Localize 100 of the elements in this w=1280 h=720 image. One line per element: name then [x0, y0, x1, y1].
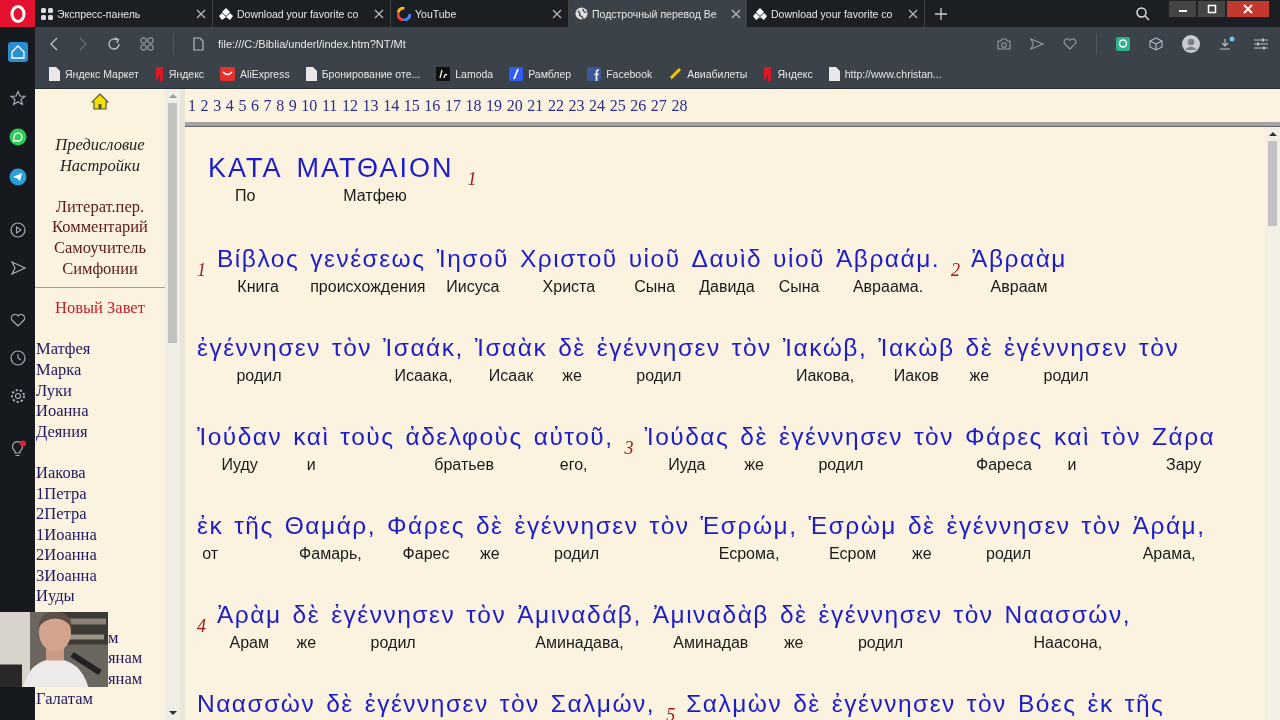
chat-icon[interactable]: [8, 128, 27, 146]
house-icon[interactable]: [91, 93, 109, 110]
play-icon[interactable]: [9, 222, 26, 238]
book-link[interactable]: Галатам: [35, 689, 93, 711]
nav-link[interactable]: Предисловие: [55, 135, 145, 156]
camera-icon[interactable]: [997, 37, 1011, 50]
chapter-link[interactable]: 5: [238, 96, 247, 115]
chapter-link[interactable]: 2: [200, 96, 209, 115]
chapter-link[interactable]: 4: [225, 96, 234, 115]
settings-icon[interactable]: [9, 388, 26, 404]
paper-plane-icon[interactable]: [8, 168, 27, 186]
home-icon[interactable]: [7, 42, 28, 62]
book-link[interactable]: Иуды: [35, 586, 75, 608]
book-link[interactable]: янам: [107, 648, 143, 669]
chapter-link[interactable]: 9: [288, 96, 297, 115]
chapter-link[interactable]: 11: [321, 96, 338, 115]
book-link[interactable]: 2Петра: [35, 504, 87, 525]
chapter-link[interactable]: 18: [465, 96, 482, 115]
close-icon[interactable]: [196, 8, 206, 19]
nav-link[interactable]: Литерат.пер.: [55, 196, 145, 218]
chapter-link[interactable]: 25: [609, 96, 626, 115]
heart-icon[interactable]: [1063, 37, 1077, 50]
bookmark[interactable]: http://www.christan...: [828, 67, 942, 81]
close-icon[interactable]: [908, 8, 918, 19]
book-link[interactable]: Деяния: [35, 421, 88, 443]
book-link[interactable]: 1Петра: [35, 483, 87, 505]
chapter-link[interactable]: 13: [362, 96, 379, 115]
nav-link[interactable]: Самоучитель: [53, 237, 147, 259]
greek-word: ἐγέννησεν: [818, 600, 943, 630]
chapter-link[interactable]: 23: [568, 96, 585, 115]
chapter-link[interactable]: 6: [250, 96, 259, 115]
close-icon[interactable]: [552, 8, 562, 19]
chapter-link[interactable]: 21: [527, 96, 544, 115]
nav-link[interactable]: Симфонии: [62, 258, 138, 280]
book-link[interactable]: 2Иоанна: [35, 545, 97, 566]
bookmark[interactable]: Lamoda: [436, 67, 494, 81]
heart-icon[interactable]: [9, 312, 26, 328]
bookmark[interactable]: Яндекс: [154, 67, 205, 81]
chapter-link[interactable]: 19: [486, 96, 503, 115]
chapter-link[interactable]: 17: [444, 96, 461, 115]
book-link[interactable]: Марка: [35, 359, 82, 381]
book-link[interactable]: Иоанна: [35, 401, 89, 422]
chapter-link[interactable]: 28: [671, 96, 688, 115]
back-icon[interactable]: [49, 36, 59, 51]
cube-icon[interactable]: [1149, 36, 1163, 51]
chapter-link[interactable]: 3: [213, 96, 222, 115]
minimize-button[interactable]: [1168, 0, 1197, 18]
chapter-link[interactable]: 8: [276, 96, 285, 115]
nav-link[interactable]: Комментарий: [52, 217, 148, 238]
search-icon[interactable]: [1136, 6, 1150, 21]
scroll-up-icon[interactable]: [1268, 131, 1277, 137]
chapter-link[interactable]: 16: [424, 96, 441, 115]
chapter-link[interactable]: 15: [403, 96, 420, 115]
book-link[interactable]: 3Иоанна: [35, 565, 97, 587]
close-icon[interactable]: [731, 8, 741, 19]
close-icon[interactable]: [374, 8, 384, 19]
star-icon[interactable]: [9, 90, 26, 106]
book-link[interactable]: Иакова: [35, 462, 86, 484]
scrollbar-thumb[interactable]: [1268, 141, 1277, 226]
download-icon[interactable]: [1219, 35, 1235, 52]
testament-link[interactable]: Новый Завет: [55, 298, 145, 319]
chapter-link[interactable]: 26: [630, 96, 647, 115]
book-link[interactable]: Матфея: [35, 339, 91, 360]
chapter-link[interactable]: 7: [263, 96, 272, 115]
bookmark[interactable]: Яндекс Маркет: [49, 67, 139, 81]
browser-logo-icon[interactable]: [0, 0, 35, 27]
maximize-button[interactable]: [1197, 0, 1226, 18]
extension-icon[interactable]: [1116, 36, 1130, 51]
bookmark[interactable]: Яндекс: [763, 67, 813, 81]
bookmark[interactable]: AliExpress: [220, 67, 290, 81]
reload-icon[interactable]: [107, 36, 121, 51]
translation-word: Авраама.: [852, 277, 924, 297]
avatar-icon[interactable]: [1182, 34, 1200, 53]
chapter-link[interactable]: 22: [547, 96, 564, 115]
bookmark[interactable]: Рамблер: [509, 67, 572, 81]
chapter-link[interactable]: 24: [589, 96, 606, 115]
chapter-link[interactable]: 27: [650, 96, 667, 115]
chapter-link[interactable]: 20: [506, 96, 523, 115]
chapter-link[interactable]: 14: [383, 96, 400, 115]
close-window-button[interactable]: [1226, 0, 1270, 18]
bookmark[interactable]: Авиабилеты: [668, 67, 748, 81]
nav-link[interactable]: Настройки: [59, 155, 141, 177]
settings-sliders-icon[interactable]: [1254, 37, 1268, 50]
bookmark[interactable]: Facebook: [587, 67, 653, 81]
bookmark[interactable]: Бронирование оте...: [305, 67, 421, 81]
new-tab-icon[interactable]: [935, 7, 947, 20]
chapter-link[interactable]: 1: [188, 96, 196, 115]
send-icon[interactable]: [9, 260, 26, 276]
scroll-down-icon[interactable]: [168, 710, 177, 716]
book-link[interactable]: Луки: [35, 380, 72, 402]
browser-tab[interactable]: Подстрочный перевод Be: [569, 0, 747, 27]
book-link[interactable]: янам: [107, 668, 143, 690]
scrollbar-thumb[interactable]: [168, 103, 177, 343]
send-icon[interactable]: [1030, 37, 1044, 50]
chapter-link[interactable]: 12: [341, 96, 358, 115]
clock-icon[interactable]: [9, 350, 26, 366]
chapter-link[interactable]: 10: [301, 96, 318, 115]
book-link[interactable]: м: [107, 627, 119, 649]
book-link[interactable]: 1Иоанна: [35, 524, 97, 546]
grid-icon[interactable]: [140, 36, 154, 51]
